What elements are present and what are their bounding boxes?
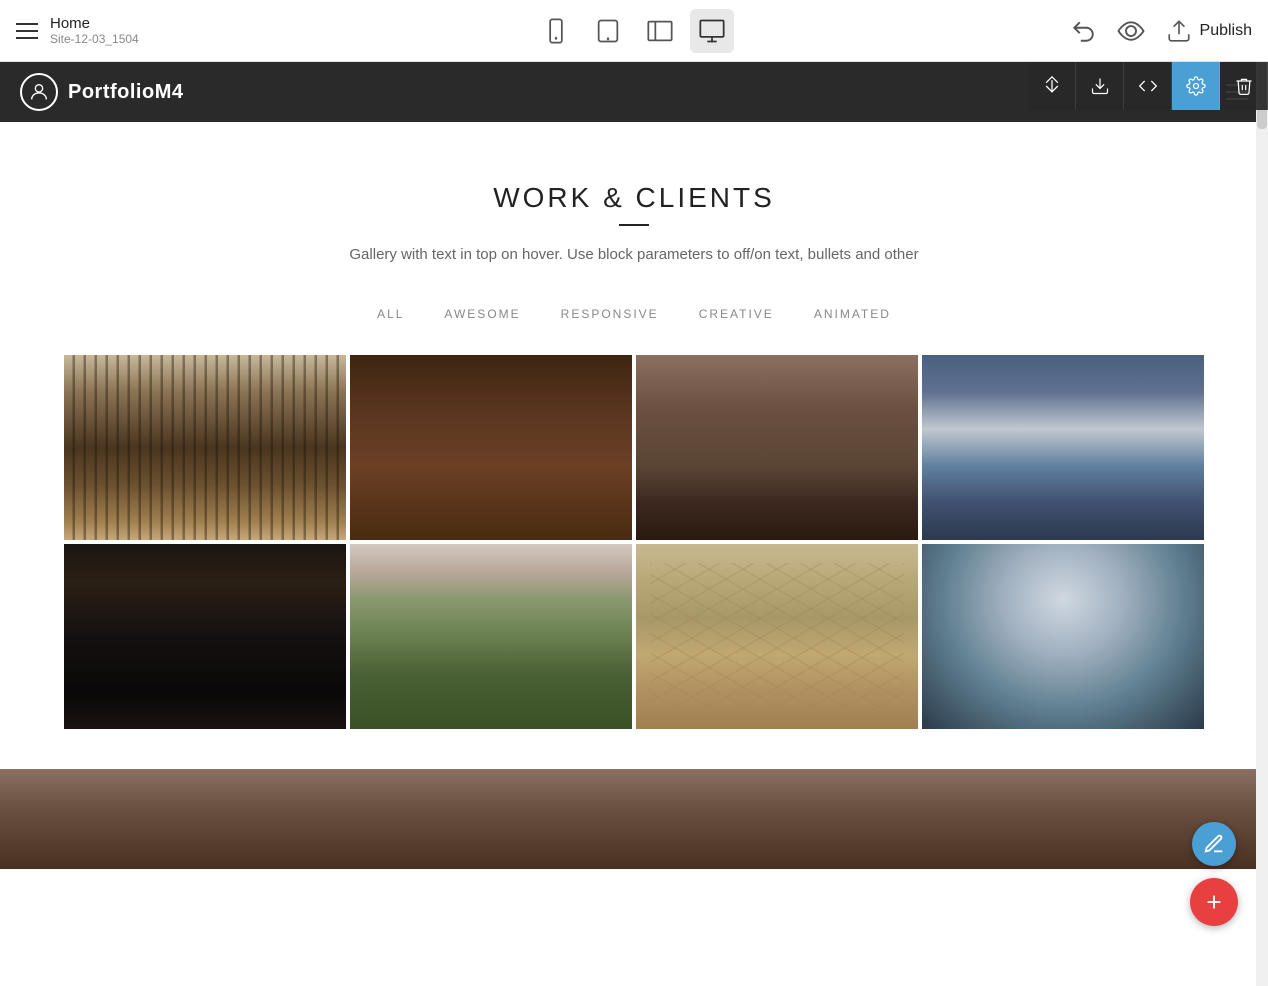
gallery-item-dark-figure[interactable] bbox=[64, 544, 346, 729]
hamburger-menu-icon[interactable] bbox=[16, 23, 38, 39]
block-reorder-button[interactable] bbox=[1028, 62, 1076, 110]
filter-all[interactable]: ALL bbox=[377, 303, 404, 325]
bottom-section-glimpse bbox=[0, 769, 1268, 869]
filter-animated[interactable]: ANIMATED bbox=[814, 303, 891, 325]
filter-creative[interactable]: CREATIVE bbox=[699, 303, 774, 325]
fab-container bbox=[1190, 822, 1238, 926]
logo-avatar bbox=[20, 73, 58, 111]
preview-button[interactable] bbox=[1116, 16, 1146, 46]
gallery-item-wood[interactable] bbox=[350, 355, 632, 540]
gallery-item-maps[interactable] bbox=[636, 544, 918, 729]
publish-label: Publish bbox=[1200, 22, 1252, 40]
toolbar-right: Publish bbox=[1052, 16, 1252, 46]
undo-button[interactable] bbox=[1070, 18, 1096, 44]
gallery-item-person-back[interactable] bbox=[922, 544, 1204, 729]
main-content: WORK & CLIENTS Gallery with text in top … bbox=[0, 122, 1268, 769]
site-subtitle: Site-12-03_1504 bbox=[50, 32, 139, 46]
gallery-grid bbox=[64, 355, 1204, 729]
site-title: Home bbox=[50, 15, 139, 32]
filter-tabs: ALL AWESOME RESPONSIVE CREATIVE ANIMATED bbox=[20, 303, 1248, 325]
gallery-item-forest[interactable] bbox=[64, 355, 346, 540]
site-info: Home Site-12-03_1504 bbox=[50, 15, 139, 46]
gallery-item-man[interactable] bbox=[636, 355, 918, 540]
mobile-view-button[interactable] bbox=[534, 9, 578, 53]
section-divider bbox=[619, 224, 649, 226]
toolbar-left: Home Site-12-03_1504 bbox=[16, 15, 216, 46]
block-toolbar bbox=[1028, 62, 1268, 110]
top-toolbar: Home Site-12-03_1504 bbox=[0, 0, 1268, 62]
fab-add-button[interactable] bbox=[1190, 878, 1238, 926]
fab-edit-button[interactable] bbox=[1192, 822, 1236, 866]
block-settings-button[interactable] bbox=[1172, 62, 1220, 110]
block-download-button[interactable] bbox=[1076, 62, 1124, 110]
sidebar-view-button[interactable] bbox=[638, 9, 682, 53]
publish-button[interactable]: Publish bbox=[1166, 18, 1252, 44]
filter-responsive[interactable]: RESPONSIVE bbox=[561, 303, 659, 325]
filter-awesome[interactable]: AWESOME bbox=[444, 303, 520, 325]
scrollbar[interactable] bbox=[1256, 0, 1268, 986]
device-switcher bbox=[216, 9, 1052, 53]
gallery-item-hills[interactable] bbox=[350, 544, 632, 729]
section-title: WORK & CLIENTS bbox=[20, 182, 1248, 214]
tablet-view-button[interactable] bbox=[586, 9, 630, 53]
gallery-item-landscape[interactable] bbox=[922, 355, 1204, 540]
logo-area: PortfolioM4 bbox=[20, 73, 184, 111]
section-description: Gallery with text in top on hover. Use b… bbox=[20, 246, 1248, 263]
block-code-button[interactable] bbox=[1124, 62, 1172, 110]
logo-name: PortfolioM4 bbox=[68, 81, 184, 104]
block-delete-button[interactable] bbox=[1220, 62, 1268, 110]
desktop-view-button[interactable] bbox=[690, 9, 734, 53]
